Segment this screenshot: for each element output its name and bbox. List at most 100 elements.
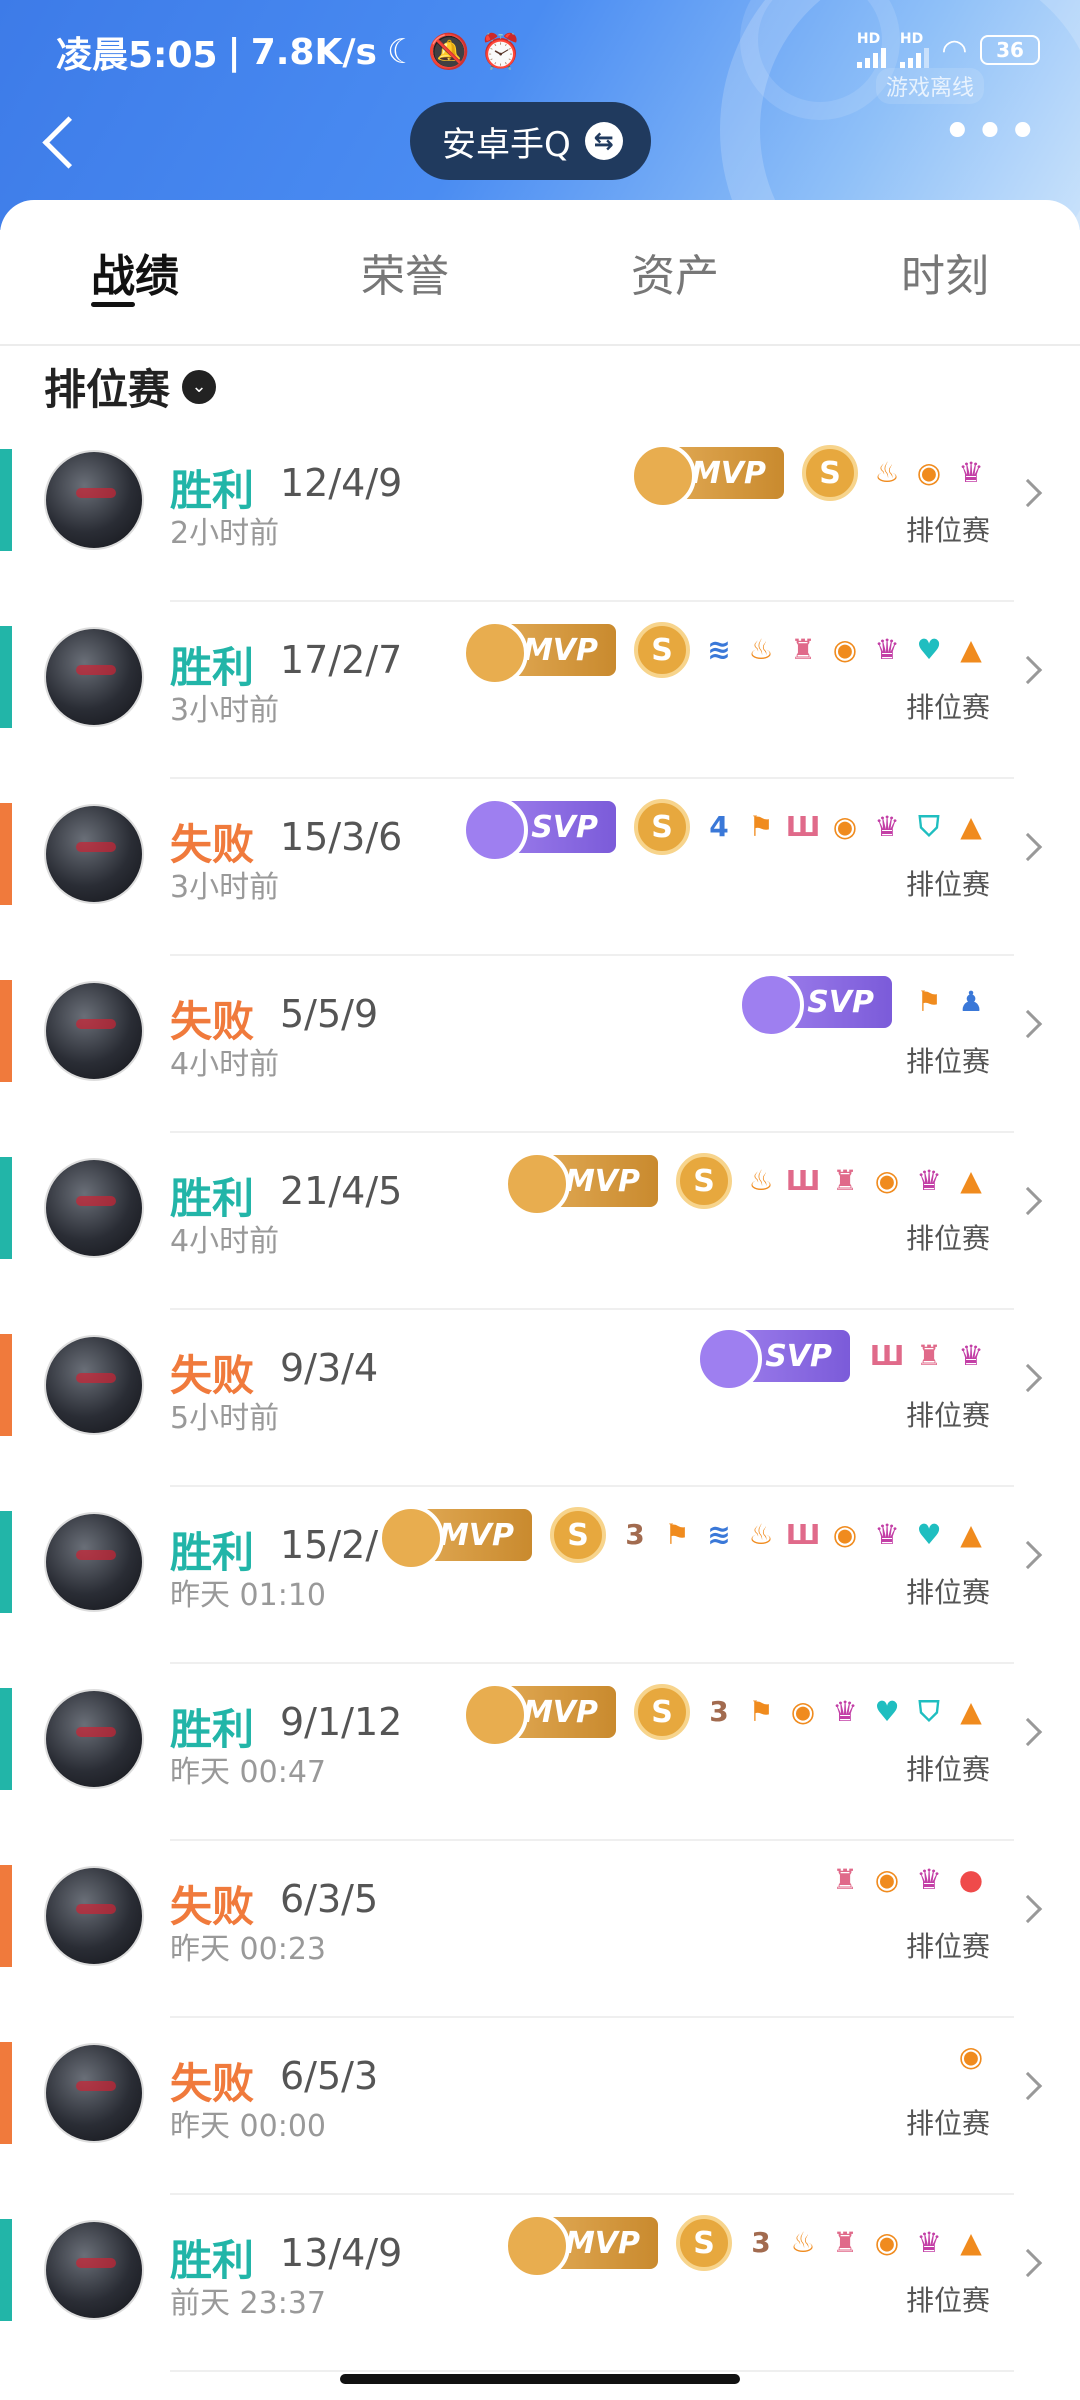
mvp-badge: MVP (462, 620, 616, 686)
battery-icon: 36 (980, 35, 1040, 65)
coins-icon: ◉ (874, 1164, 900, 1197)
match-row[interactable]: 胜利 12/4/9 2小时前 MVP S ♨ ◉ ♛ 排位赛 (0, 425, 1080, 602)
filter-label: 排位赛 (44, 365, 171, 414)
offline-note: 游戏离线 (875, 68, 984, 104)
match-mode: 排位赛 (905, 691, 990, 724)
tower-icon: ♜ (832, 1164, 858, 1197)
match-row[interactable]: 失败 6/3/5 昨天 00:23 ♜ ◉ ♛ ● 排位赛 (0, 1841, 1080, 2018)
match-kda: 15/2/ (280, 1523, 379, 1567)
coins-icon: ◉ (874, 1863, 900, 1896)
achievement-badges: MVP S ♨ ◉ ♛ (630, 443, 990, 509)
tab-bar: 战绩 荣誉 资产 时刻 (0, 200, 1080, 346)
demon-icon: ♛ (958, 1339, 984, 1372)
home-indicator[interactable] (340, 2374, 740, 2384)
coins-up-icon: ▲ (960, 633, 982, 666)
match-row[interactable]: 失败 9/3/4 5小时前 SVP Ш ♜ ♛ 排位赛 (0, 1310, 1080, 1487)
match-row[interactable]: 失败 5/5/9 4小时前 SVP ⚑ ♟ 排位赛 (0, 956, 1080, 1133)
match-time: 昨天 00:00 (170, 2109, 326, 2144)
heal-icon: ♥ (874, 1695, 900, 1728)
match-row[interactable]: 失败 6/5/3 昨天 00:00 ◉ 排位赛 (0, 2018, 1080, 2195)
tower-icon: ♜ (832, 2226, 858, 2259)
match-mode: 排位赛 (905, 2284, 990, 2317)
coins-up-icon: ▲ (960, 1518, 982, 1551)
s-rating-icon: S (634, 799, 690, 855)
achievement-badges: MVP S 3 ⚑ ≋ ♨ Ш ◉ ♛ ♥ ▲ (378, 1505, 990, 1571)
result-bar (0, 1511, 12, 1613)
tab-assets[interactable]: 资产 (611, 199, 739, 345)
achievement-badges: MVP S 3 ⚑ ◉ ♛ ♥ ⛉ ▲ (462, 1682, 990, 1748)
s-rating-icon: S (802, 445, 858, 501)
account-switcher[interactable]: 安卓手Q ⇆ (410, 102, 651, 180)
chevron-right-icon (1013, 478, 1043, 508)
result-bar (0, 2042, 12, 2144)
mvp-badge: MVP (630, 443, 784, 509)
demon-icon: ♛ (874, 633, 900, 666)
shield-icon: ⛉ (918, 810, 940, 843)
result-bar (0, 803, 12, 905)
fire-icon: ♨ (748, 633, 774, 666)
crown-icon: Ш (785, 1518, 821, 1551)
player-icon: ♟ (958, 985, 984, 1018)
s-rating-icon: S (676, 2215, 732, 2271)
mvp-badge: MVP (504, 2213, 658, 2279)
chevron-right-icon (1013, 2248, 1043, 2278)
network-speed: 7.8K/s (250, 31, 377, 73)
coins-up-icon: ▲ (960, 810, 982, 843)
match-row[interactable]: 失败 15/3/6 3小时前 SVP S 4 ⚑ Ш ◉ ♛ ⛉ ▲ 排位赛 (0, 779, 1080, 956)
moon-icon: ☾ (386, 32, 418, 72)
mode-filter[interactable]: 排位赛 ⌄ (44, 356, 217, 417)
chevron-right-icon (1013, 1363, 1043, 1393)
streak-3-icon: 3 (625, 1518, 645, 1551)
demon-icon: ♛ (958, 456, 984, 489)
coins-icon: ◉ (874, 2226, 900, 2259)
wave-icon: ≋ (707, 633, 731, 666)
match-row[interactable]: 胜利 17/2/7 3小时前 MVP S ≋ ♨ ♜ ◉ ♛ ♥ ▲ 排位赛 (0, 602, 1080, 779)
demon-icon: ♛ (874, 810, 900, 843)
achievement-badges: SVP ⚑ ♟ (738, 972, 990, 1038)
match-time: 3小时前 (170, 870, 280, 905)
fire-icon: ♨ (748, 1518, 774, 1551)
more-icon[interactable]: ••• (942, 106, 1040, 158)
match-kda: 6/3/5 (280, 1877, 379, 1921)
tower-icon: ♜ (790, 633, 816, 666)
match-mode: 排位赛 (905, 2107, 990, 2140)
heal-icon: ♥ (916, 633, 942, 666)
match-row[interactable]: 胜利 21/4/5 4小时前 MVP S ♨ Ш ♜ ◉ ♛ ▲ 排位赛 (0, 1133, 1080, 1310)
result-bar (0, 1865, 12, 1967)
divider (170, 2370, 1014, 2372)
flag-icon: ⚑ (748, 810, 774, 843)
chevron-right-icon (1013, 1186, 1043, 1216)
blood-drop-icon: ● (958, 1863, 984, 1896)
alarm-icon: ⏰ (479, 32, 523, 72)
chevron-right-icon (1013, 1009, 1043, 1039)
clock: 凌晨5:05 (56, 35, 218, 76)
match-mode: 排位赛 (905, 1399, 990, 1432)
achievement-badges: MVP S ♨ Ш ♜ ◉ ♛ ▲ (504, 1151, 990, 1217)
tab-moments[interactable]: 时刻 (881, 199, 1009, 345)
coins-icon: ◉ (958, 2040, 984, 2073)
match-kda: 13/4/9 (280, 2231, 403, 2275)
crown-icon: Ш (869, 1339, 905, 1372)
match-kda: 6/5/3 (280, 2054, 379, 2098)
s-rating-icon: S (634, 622, 690, 678)
back-icon[interactable] (36, 106, 86, 176)
flag-icon: ⚑ (664, 1518, 690, 1551)
match-row[interactable]: 胜利 15/2/ 昨天 01:10 MVP S 3 ⚑ ≋ ♨ Ш ◉ ♛ ♥ ▲ 排位赛 (0, 1487, 1080, 1664)
tab-honor[interactable]: 荣誉 (341, 199, 469, 345)
bell-off-icon: 🔕 (427, 32, 470, 72)
match-time: 2小时前 (170, 516, 280, 551)
mvp-badge: MVP (378, 1505, 532, 1571)
flag-icon: ⚑ (916, 985, 942, 1018)
match-kda: 12/4/9 (280, 461, 403, 505)
match-list: 胜利 12/4/9 2小时前 MVP S ♨ ◉ ♛ 排位赛 胜利 17/2/7 3小时… (0, 425, 1080, 2372)
match-row[interactable]: 胜利 13/4/9 前天 23:37 MVP S 3 ♨ ♜ ◉ ♛ ▲ 排位赛 (0, 2195, 1080, 2372)
match-time: 前天 23:37 (170, 2286, 326, 2321)
hero-avatar (44, 627, 144, 727)
match-row[interactable]: 胜利 9/1/12 昨天 00:47 MVP S 3 ⚑ ◉ ♛ ♥ ⛉ ▲ 排位赛 (0, 1664, 1080, 1841)
chevron-right-icon (1013, 2071, 1043, 2101)
coins-up-icon: ▲ (960, 2226, 982, 2259)
hero-avatar (44, 1689, 144, 1789)
tab-record[interactable]: 战绩 (71, 199, 199, 345)
match-time: 4小时前 (170, 1224, 280, 1259)
result-bar (0, 449, 12, 551)
